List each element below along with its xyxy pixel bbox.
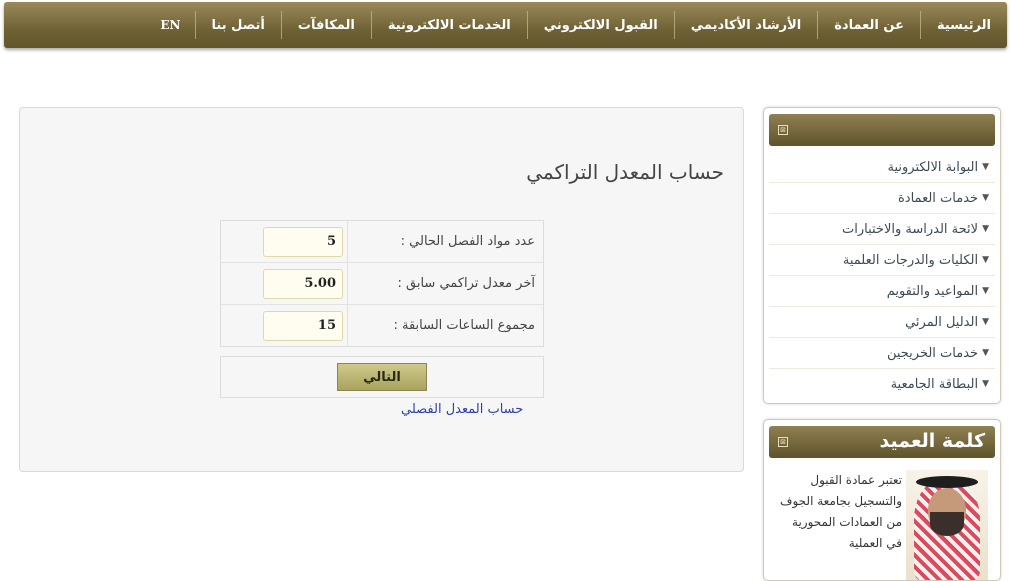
nav-separator xyxy=(280,11,282,39)
agal-shape xyxy=(916,476,978,488)
previous-gpa-label: آخر معدل تراكمي سابق : xyxy=(347,263,543,304)
sidebar-item-label: لائحة الدراسة والاختبارات xyxy=(841,221,979,237)
bullet-icon: ▼ xyxy=(982,317,989,327)
gpa-calculator-panel: حساب المعدل التراكمي عدد مواد الفصل الحا… xyxy=(19,107,744,472)
nav-item-rewards[interactable]: المكافآت xyxy=(282,2,371,48)
nav-separator xyxy=(817,11,819,39)
current-courses-label: عدد مواد الفصل الحالي : xyxy=(347,221,543,262)
form-row: مجموع الساعات السابقة : xyxy=(221,305,543,346)
sidebar-item-university-card[interactable]: ▼ البطاقة الجامعية xyxy=(769,369,995,399)
sidebar-item-label: خدمات الخريجين xyxy=(886,345,979,361)
nav-item-academic-advising[interactable]: الأرشاد الأكاديمي xyxy=(675,2,817,48)
sidebar-header: ⊠ xyxy=(769,114,995,146)
previous-gpa-input[interactable] xyxy=(263,268,343,299)
beard-shape xyxy=(930,512,964,536)
nav-separator xyxy=(919,11,921,39)
sidebar-list: ▼ البوابة الالكترونية ▼ خدمات العمادة ▼ لائ… xyxy=(769,152,995,399)
sidebar-item-graduate-services[interactable]: ▼ خدمات الخريجين xyxy=(769,338,995,369)
sidebar-item-deanship-services[interactable]: ▼ خدمات العمادة xyxy=(769,183,995,214)
previous-hours-input[interactable] xyxy=(263,310,343,341)
current-courses-input[interactable] xyxy=(263,226,343,257)
dean-word-box: ⊠ كلمة العميد تعتبر عمادة القبول والتسجي… xyxy=(763,419,1001,581)
collapse-icon[interactable]: ⊠ xyxy=(778,125,788,135)
sidebar-item-label: الكليات والدرجات العلمية xyxy=(842,252,979,268)
dean-title: كلمة العميد xyxy=(879,430,985,452)
previous-hours-label: مجموع الساعات السابقة : xyxy=(347,305,543,346)
nav-separator xyxy=(370,11,372,39)
dean-body: تعتبر عمادة القبول والتسجيل بجامعة الجوف… xyxy=(764,458,1000,580)
sidebar-item-label: خدمات العمادة xyxy=(898,190,979,206)
input-cell xyxy=(221,268,347,299)
sidebar-item-colleges-degrees[interactable]: ▼ الكليات والدرجات العلمية xyxy=(769,245,995,276)
nav-item-home[interactable]: الرئيسية xyxy=(921,2,1007,48)
nav-item-e-services[interactable]: الخدمات الالكترونية xyxy=(372,2,527,48)
collapse-icon[interactable]: ⊠ xyxy=(778,437,788,447)
next-button[interactable]: التالي xyxy=(337,363,427,391)
dean-photo xyxy=(906,470,988,580)
nav-separator xyxy=(526,11,528,39)
sidebar-links-box: ⊠ ▼ البوابة الالكترونية ▼ خدمات العمادة ▼ ل… xyxy=(763,107,1001,404)
nav-separator xyxy=(673,11,675,39)
dean-header: ⊠ كلمة العميد xyxy=(769,426,995,458)
sidebar-item-label: المواعيد والتقويم xyxy=(886,283,979,299)
semester-gpa-link[interactable]: حساب المعدل الفصلي xyxy=(401,402,523,417)
language-toggle[interactable]: EN xyxy=(146,2,194,48)
bullet-icon: ▼ xyxy=(982,348,989,358)
nav-separator xyxy=(194,11,196,39)
top-nav: الرئيسية عن العمادة الأرشاد الأكاديمي ال… xyxy=(4,2,1007,48)
bullet-icon: ▼ xyxy=(982,224,989,234)
nav-item-e-admission[interactable]: القبول الالكتروني xyxy=(528,2,674,48)
sidebar-item-label: البوابة الالكترونية xyxy=(887,159,979,175)
input-cell xyxy=(221,226,347,257)
input-cell xyxy=(221,310,347,341)
bullet-icon: ▼ xyxy=(982,193,989,203)
gpa-form-table: عدد مواد الفصل الحالي : آخر معدل تراكمي … xyxy=(220,220,544,347)
dean-intro-text: تعتبر عمادة القبول والتسجيل بجامعة الجوف… xyxy=(780,473,902,550)
bullet-icon: ▼ xyxy=(982,286,989,296)
sidebar-item-label: الدليل المرئي xyxy=(905,314,979,330)
sidebar-item-study-regulations[interactable]: ▼ لائحة الدراسة والاختبارات xyxy=(769,214,995,245)
form-row: عدد مواد الفصل الحالي : xyxy=(221,221,543,263)
bullet-icon: ▼ xyxy=(982,379,989,389)
page-title: حساب المعدل التراكمي xyxy=(526,160,724,184)
bullet-icon: ▼ xyxy=(982,255,989,265)
button-row: التالي xyxy=(220,356,544,398)
sidebar-item-dates-calendar[interactable]: ▼ المواعيد والتقويم xyxy=(769,276,995,307)
form-row: آخر معدل تراكمي سابق : xyxy=(221,263,543,305)
nav-item-about[interactable]: عن العمادة xyxy=(818,2,920,48)
bullet-icon: ▼ xyxy=(982,162,989,172)
nav-item-contact[interactable]: أتصل بنا xyxy=(196,2,281,48)
sidebar-item-label: البطاقة الجامعية xyxy=(890,376,979,392)
sidebar-item-visual-guide[interactable]: ▼ الدليل المرئي xyxy=(769,307,995,338)
sidebar-item-e-portal[interactable]: ▼ البوابة الالكترونية xyxy=(769,152,995,183)
face-shape xyxy=(906,470,988,580)
